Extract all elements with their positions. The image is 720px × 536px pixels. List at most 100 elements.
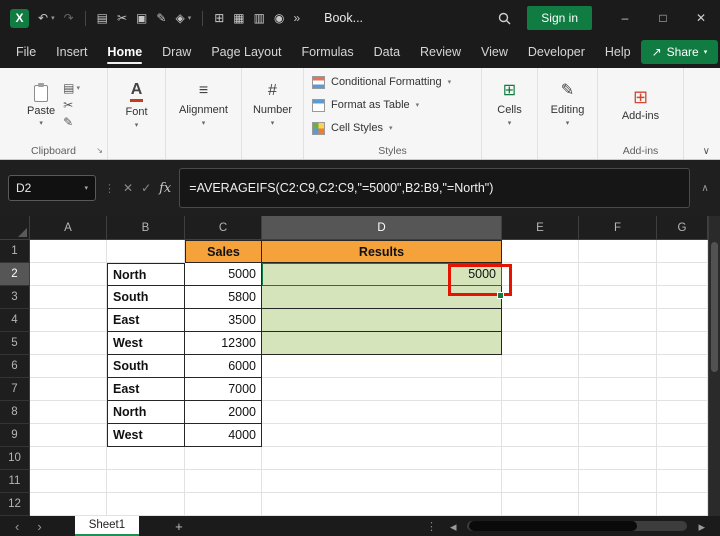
cell-F9[interactable] (579, 424, 657, 447)
cell-A11[interactable] (30, 470, 107, 493)
cell-A3[interactable] (30, 286, 107, 309)
maximize-button[interactable]: □ (644, 0, 682, 36)
more-commands-icon[interactable]: » (293, 12, 300, 24)
row-header-8[interactable]: 8 (0, 401, 30, 424)
cut-scissors-icon[interactable]: ✂ (117, 12, 127, 24)
cell-C2[interactable]: 5000 (185, 263, 262, 286)
menu-tab-developer[interactable]: Developer (518, 37, 595, 67)
row-header-10[interactable]: 10 (0, 447, 30, 470)
hscroll-left-icon[interactable]: ◂ (441, 520, 466, 533)
share-button[interactable]: ↗ Share ▾ (641, 40, 719, 64)
column-header-F[interactable]: F (579, 216, 657, 240)
cell-F12[interactable] (579, 493, 657, 516)
cell-C3[interactable]: 5800 (185, 286, 262, 309)
menu-tab-help[interactable]: Help (595, 37, 641, 67)
row-header-4[interactable]: 4 (0, 309, 30, 332)
cell-A10[interactable] (30, 447, 107, 470)
cell-E10[interactable] (502, 447, 579, 470)
row-header-7[interactable]: 7 (0, 378, 30, 401)
cell-G6[interactable] (657, 355, 708, 378)
cell-G9[interactable] (657, 424, 708, 447)
column-header-B[interactable]: B (107, 216, 185, 240)
cell-E4[interactable] (502, 309, 579, 332)
cell-D9[interactable] (262, 424, 502, 447)
menu-tab-home[interactable]: Home (97, 37, 152, 67)
undo-caret-icon[interactable]: ▾ (51, 14, 55, 22)
qat-dropdown-caret-icon[interactable]: ▾ (188, 14, 192, 22)
row-header-12[interactable]: 12 (0, 493, 30, 516)
cell-E12[interactable] (502, 493, 579, 516)
row-header-3[interactable]: 3 (0, 286, 30, 309)
row-header-2[interactable]: 2 (0, 263, 30, 286)
number-group-button[interactable]: # Number ▾ (242, 68, 304, 159)
table-icon[interactable]: ⊞ (214, 12, 224, 24)
menu-tab-page-layout[interactable]: Page Layout (201, 37, 291, 67)
collapse-ribbon-icon[interactable]: ∨ (703, 146, 710, 157)
cell-F6[interactable] (579, 355, 657, 378)
cell-B9[interactable]: West (107, 424, 185, 447)
cell-D12[interactable] (262, 493, 502, 516)
enter-entry-icon[interactable]: ✓ (141, 181, 151, 195)
menu-tab-view[interactable]: View (471, 37, 518, 67)
cell-E11[interactable] (502, 470, 579, 493)
cell-E6[interactable] (502, 355, 579, 378)
cell-E8[interactable] (502, 401, 579, 424)
editing-group-button[interactable]: ✎ Editing ▾ (538, 68, 598, 159)
column-header-D[interactable]: D (262, 216, 502, 240)
cell-C10[interactable] (185, 447, 262, 470)
cell-G7[interactable] (657, 378, 708, 401)
cell-C1[interactable]: Sales (185, 240, 262, 263)
cell-E2[interactable] (502, 263, 579, 286)
cell-B4[interactable]: East (107, 309, 185, 332)
cell-C12[interactable] (185, 493, 262, 516)
copy-pages-icon[interactable]: ▤ (97, 12, 108, 24)
cell-F4[interactable] (579, 309, 657, 332)
cells-group-button[interactable]: ⊞ Cells ▾ (482, 68, 538, 159)
cell-A5[interactable] (30, 332, 107, 355)
cell-B12[interactable] (107, 493, 185, 516)
menu-tab-formulas[interactable]: Formulas (292, 37, 364, 67)
formula-bar-resize-handle[interactable]: ⋮ (104, 182, 115, 195)
cell-B3[interactable]: South (107, 286, 185, 309)
cell-B8[interactable]: North (107, 401, 185, 424)
cell-E1[interactable] (502, 240, 579, 263)
cell-G10[interactable] (657, 447, 708, 470)
cell-E7[interactable] (502, 378, 579, 401)
cell-F7[interactable] (579, 378, 657, 401)
cell-B6[interactable]: South (107, 355, 185, 378)
cell-G12[interactable] (657, 493, 708, 516)
vertical-scrollbar-thumb[interactable] (711, 242, 718, 372)
column-header-G[interactable]: G (657, 216, 708, 240)
chart-icon[interactable]: ▥ (254, 12, 265, 24)
horizontal-scrollbar[interactable] (467, 521, 687, 531)
cell-B2[interactable]: North (107, 263, 185, 286)
cell-A12[interactable] (30, 493, 107, 516)
cell-E3[interactable] (502, 286, 579, 309)
camera-icon[interactable]: ◉ (274, 12, 284, 24)
cell-C8[interactable]: 2000 (185, 401, 262, 424)
cell-C11[interactable] (185, 470, 262, 493)
menu-tab-file[interactable]: File (6, 37, 46, 67)
sheet-tab-sheet1[interactable]: Sheet1 (75, 516, 139, 536)
column-header-A[interactable]: A (30, 216, 107, 240)
sheet-nav-left-icon[interactable]: ‹ (6, 520, 28, 533)
format-painter-button[interactable]: ✎ (63, 116, 73, 128)
cell-G8[interactable] (657, 401, 708, 424)
cell-E9[interactable] (502, 424, 579, 447)
cut-button[interactable]: ✂ (63, 99, 73, 111)
workbook-title[interactable]: Book... (324, 11, 363, 25)
column-header-C[interactable]: C (185, 216, 262, 240)
row-header-11[interactable]: 11 (0, 470, 30, 493)
cell-A6[interactable] (30, 355, 107, 378)
cell-D1[interactable]: Results (262, 240, 502, 263)
fill-handle[interactable] (497, 292, 504, 299)
alignment-group-button[interactable]: ≡ Alignment ▾ (166, 68, 242, 159)
cell-A4[interactable] (30, 309, 107, 332)
sensitivity-icon[interactable]: ◈ (175, 12, 184, 24)
cell-F1[interactable] (579, 240, 657, 263)
cell-G4[interactable] (657, 309, 708, 332)
new-sheet-button[interactable]: + (169, 519, 189, 534)
redo-icon[interactable]: ↷ (64, 12, 74, 24)
cell-B5[interactable]: West (107, 332, 185, 355)
paste-clipboard-icon[interactable]: ▣ (136, 12, 147, 24)
